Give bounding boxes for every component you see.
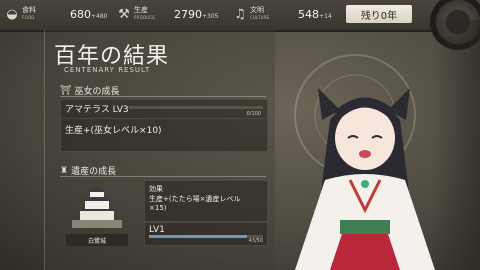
culture-delta: +14 (319, 12, 332, 20)
production-value: 2790+305 (174, 7, 219, 21)
heritage-exp-text: 43/50 (248, 238, 263, 244)
heritage-effect-line2: ×15) (149, 204, 167, 212)
book-icon: ♫ (234, 6, 246, 22)
heritage-effect-card: 効果 生産+(たたら場×遺産レベル ×15) (144, 180, 268, 222)
crossed-tools-icon: ⚒ (118, 6, 130, 22)
food-value: 680+480 (70, 7, 108, 21)
remaining-years-badge: 残り0年 (346, 5, 412, 23)
culture-label: 文明 (250, 6, 264, 14)
game-screen: ◒ 食料 FOOD 680+480 ⚒ 生産 PRODUCE 2790+305 ♫ … (0, 0, 480, 270)
resource-bar: ◒ 食料 FOOD 680+480 ⚒ 生産 PRODUCE 2790+305 ♫ … (0, 0, 480, 32)
castle-icon: ♜ (60, 165, 69, 176)
section-divider (60, 176, 266, 177)
miko-exp-text: 0/100 (246, 111, 261, 117)
food-stat: ◒ 食料 FOOD 680+480 (4, 4, 114, 24)
castle-image (66, 184, 128, 232)
section-divider (60, 96, 266, 97)
heritage-exp-fill (149, 235, 248, 238)
heritage-effect-line1: 生産+(たたら場×遺産レベル (149, 195, 241, 203)
heritage-level: LV1 (149, 225, 165, 235)
production-sub-label: PRODUCE (134, 15, 156, 20)
production-label: 生産 (134, 6, 148, 14)
miko-name-level: アマテラス LV3 (65, 105, 129, 115)
food-bowl-icon: ◒ (6, 6, 18, 22)
culture-value: 548+14 (298, 7, 332, 21)
miko-exp-bar (129, 106, 263, 109)
food-sub-label: FOOD (22, 15, 35, 20)
shrine-icon: ⛩ (60, 85, 72, 96)
miko-effect-card: 生産+(巫女レベル×10) (60, 118, 268, 152)
food-delta: +480 (91, 12, 108, 20)
building-name: 白鷺城 (66, 234, 128, 246)
castle-illustration-icon (72, 186, 122, 228)
miko-effect-text: 生産+(巫女レベル×10) (65, 126, 162, 136)
miko-level-card: アマテラス LV3 0/100 (60, 99, 268, 119)
culture-stat: ♫ 文明 CULTURE 548+14 (232, 4, 342, 24)
heritage-level-card: LV1 43/50 (144, 222, 268, 246)
heritage-effect-label: 効果 (149, 185, 163, 193)
production-delta: +305 (202, 12, 219, 20)
culture-sub-label: CULTURE (250, 15, 270, 20)
heritage-exp-bar (149, 235, 263, 238)
page-subtitle: CENTENARY RESULT (64, 66, 151, 74)
food-label: 食料 (22, 6, 36, 14)
miko-character-portrait (295, 88, 435, 270)
production-stat: ⚒ 生産 PRODUCE 2790+305 (116, 4, 228, 24)
